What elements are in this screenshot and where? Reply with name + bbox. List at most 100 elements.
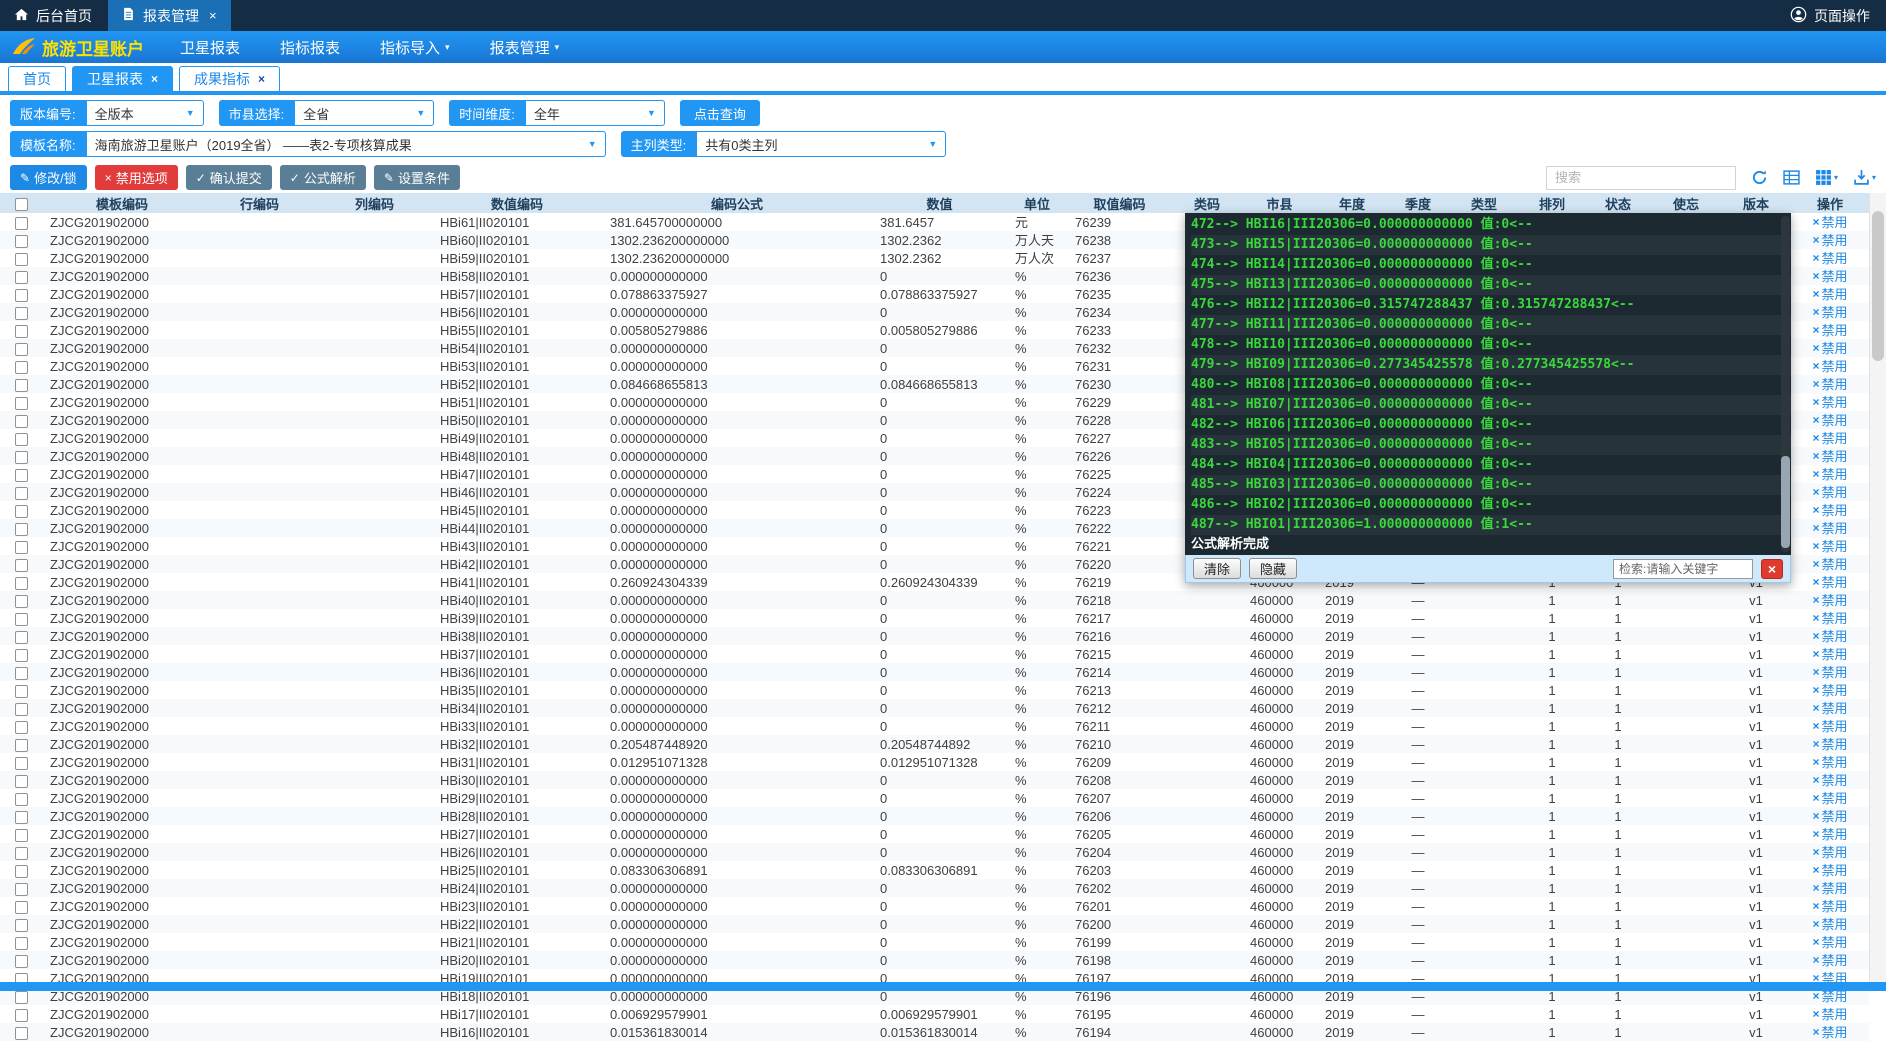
row-disable-button[interactable]: ×禁用 bbox=[1812, 898, 1847, 915]
page-operations-button[interactable]: 页面操作 bbox=[1774, 6, 1886, 26]
template-select[interactable]: 海南旅游卫星账户（2019全省） ——表2-专项核算成果 ▼ bbox=[86, 131, 606, 157]
row-checkbox[interactable] bbox=[15, 469, 28, 482]
row-disable-button[interactable]: ×禁用 bbox=[1812, 520, 1847, 537]
main-column-type-select[interactable]: 共有0类主列 ▼ bbox=[696, 131, 946, 157]
row-disable-button[interactable]: ×禁用 bbox=[1812, 304, 1847, 321]
row-checkbox[interactable] bbox=[15, 865, 28, 878]
row-disable-button[interactable]: ×禁用 bbox=[1812, 448, 1847, 465]
close-icon[interactable]: × bbox=[209, 8, 217, 23]
row-disable-button[interactable]: ×禁用 bbox=[1812, 484, 1847, 501]
modify-lock-button[interactable]: ✎ 修改/锁 bbox=[10, 165, 87, 190]
row-checkbox[interactable] bbox=[15, 1009, 28, 1022]
row-disable-button[interactable]: ×禁用 bbox=[1812, 322, 1847, 339]
row-checkbox[interactable] bbox=[15, 883, 28, 896]
vertical-scrollbar-thumb[interactable] bbox=[1872, 211, 1884, 361]
row-checkbox[interactable] bbox=[15, 559, 28, 572]
row-checkbox[interactable] bbox=[15, 829, 28, 842]
console-scrollbar-thumb[interactable] bbox=[1781, 456, 1790, 548]
row-disable-button[interactable]: ×禁用 bbox=[1812, 700, 1847, 717]
row-checkbox[interactable] bbox=[15, 991, 28, 1004]
row-checkbox[interactable] bbox=[15, 721, 28, 734]
row-disable-button[interactable]: ×禁用 bbox=[1812, 826, 1847, 843]
row-disable-button[interactable]: ×禁用 bbox=[1812, 754, 1847, 771]
row-checkbox[interactable] bbox=[15, 577, 28, 590]
set-conditions-button[interactable]: ✎ 设置条件 bbox=[374, 165, 460, 190]
row-disable-button[interactable]: ×禁用 bbox=[1812, 790, 1847, 807]
console-scrollbar[interactable] bbox=[1781, 216, 1790, 552]
row-disable-button[interactable]: ×禁用 bbox=[1812, 646, 1847, 663]
nav-item-indicator-import[interactable]: 指标导入 ▾ bbox=[380, 37, 450, 58]
row-disable-button[interactable]: ×禁用 bbox=[1812, 718, 1847, 735]
row-checkbox[interactable] bbox=[15, 289, 28, 302]
row-checkbox[interactable] bbox=[15, 667, 28, 680]
row-checkbox[interactable] bbox=[15, 919, 28, 932]
row-disable-button[interactable]: ×禁用 bbox=[1812, 880, 1847, 897]
table-view-button[interactable] bbox=[1783, 169, 1800, 186]
row-checkbox[interactable] bbox=[15, 379, 28, 392]
row-checkbox[interactable] bbox=[15, 271, 28, 284]
refresh-button[interactable] bbox=[1751, 169, 1768, 186]
hide-button[interactable]: 隐藏 bbox=[1249, 558, 1297, 579]
row-checkbox[interactable] bbox=[15, 217, 28, 230]
row-checkbox[interactable] bbox=[15, 937, 28, 950]
tab-home[interactable]: 首页 bbox=[8, 66, 66, 91]
version-select[interactable]: 全版本 ▼ bbox=[86, 100, 204, 126]
formula-parse-button[interactable]: ✓ 公式解析 bbox=[280, 165, 366, 190]
export-button[interactable]: ▾ bbox=[1853, 169, 1876, 186]
row-checkbox[interactable] bbox=[15, 649, 28, 662]
row-disable-button[interactable]: ×禁用 bbox=[1812, 412, 1847, 429]
row-checkbox[interactable] bbox=[15, 775, 28, 788]
row-disable-button[interactable]: ×禁用 bbox=[1812, 430, 1847, 447]
row-disable-button[interactable]: ×禁用 bbox=[1812, 268, 1847, 285]
row-disable-button[interactable]: ×禁用 bbox=[1812, 1024, 1847, 1041]
close-icon[interactable]: × bbox=[258, 72, 265, 86]
query-button[interactable]: 点击查询 bbox=[680, 100, 760, 126]
row-disable-button[interactable]: ×禁用 bbox=[1812, 250, 1847, 267]
row-checkbox[interactable] bbox=[15, 595, 28, 608]
row-checkbox[interactable] bbox=[15, 811, 28, 824]
row-disable-button[interactable]: ×禁用 bbox=[1812, 358, 1847, 375]
nav-item-indicator-report[interactable]: 指标报表 bbox=[280, 37, 340, 58]
row-disable-button[interactable]: ×禁用 bbox=[1812, 466, 1847, 483]
row-checkbox[interactable] bbox=[15, 451, 28, 464]
clear-button[interactable]: 清除 bbox=[1193, 558, 1241, 579]
row-checkbox[interactable] bbox=[15, 955, 28, 968]
row-checkbox[interactable] bbox=[15, 235, 28, 248]
row-checkbox[interactable] bbox=[15, 361, 28, 374]
row-checkbox[interactable] bbox=[15, 793, 28, 806]
row-disable-button[interactable]: ×禁用 bbox=[1812, 736, 1847, 753]
row-disable-button[interactable]: ×禁用 bbox=[1812, 934, 1847, 951]
row-checkbox[interactable] bbox=[15, 757, 28, 770]
search-input[interactable] bbox=[1546, 166, 1736, 190]
home-link[interactable]: 后台首页 bbox=[0, 6, 108, 26]
row-disable-button[interactable]: ×禁用 bbox=[1812, 502, 1847, 519]
row-disable-button[interactable]: ×禁用 bbox=[1812, 214, 1847, 231]
bottom-scrollbar[interactable] bbox=[0, 982, 1886, 991]
row-checkbox[interactable] bbox=[15, 685, 28, 698]
row-disable-button[interactable]: ×禁用 bbox=[1812, 952, 1847, 969]
row-disable-button[interactable]: ×禁用 bbox=[1812, 862, 1847, 879]
row-disable-button[interactable]: ×禁用 bbox=[1812, 574, 1847, 591]
columns-button[interactable]: ▾ bbox=[1815, 169, 1838, 186]
row-checkbox[interactable] bbox=[15, 541, 28, 554]
row-checkbox[interactable] bbox=[15, 703, 28, 716]
confirm-submit-button[interactable]: ✓ 确认提交 bbox=[186, 165, 272, 190]
row-disable-button[interactable]: ×禁用 bbox=[1812, 556, 1847, 573]
row-checkbox[interactable] bbox=[15, 505, 28, 518]
vertical-scrollbar[interactable] bbox=[1869, 193, 1886, 982]
tab-satellite-report[interactable]: 卫星报表 × bbox=[72, 66, 173, 91]
row-checkbox[interactable] bbox=[15, 739, 28, 752]
nav-item-report-management[interactable]: 报表管理 ▾ bbox=[490, 37, 560, 58]
row-checkbox[interactable] bbox=[15, 847, 28, 860]
row-checkbox[interactable] bbox=[15, 487, 28, 500]
tab-result-indicator[interactable]: 成果指标 × bbox=[179, 66, 280, 91]
row-disable-button[interactable]: ×禁用 bbox=[1812, 394, 1847, 411]
row-disable-button[interactable]: ×禁用 bbox=[1812, 772, 1847, 789]
row-disable-button[interactable]: ×禁用 bbox=[1812, 808, 1847, 825]
console-close-button[interactable]: × bbox=[1761, 559, 1783, 579]
row-disable-button[interactable]: ×禁用 bbox=[1812, 844, 1847, 861]
row-checkbox[interactable] bbox=[15, 1027, 28, 1040]
row-checkbox[interactable] bbox=[15, 307, 28, 320]
row-checkbox[interactable] bbox=[15, 325, 28, 338]
row-checkbox[interactable] bbox=[15, 343, 28, 356]
